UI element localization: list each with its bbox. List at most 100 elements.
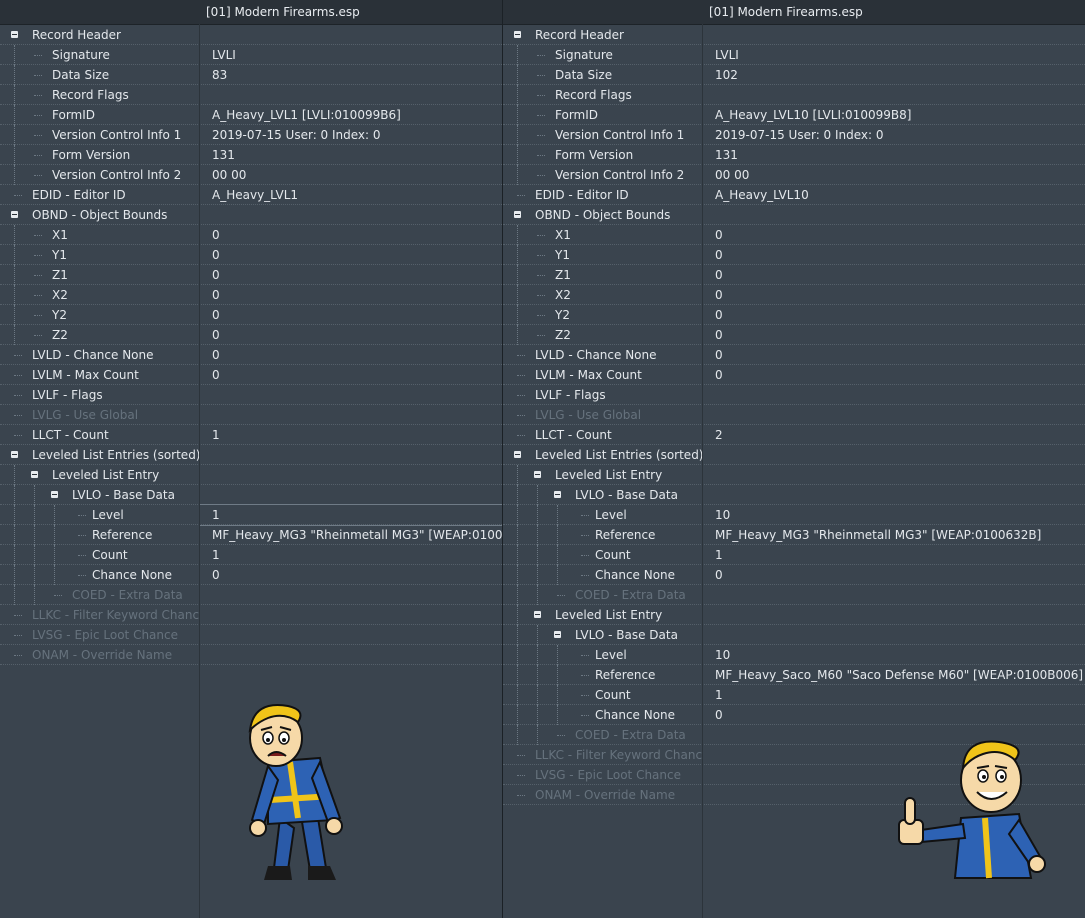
- tree-row-value[interactable]: 0: [715, 345, 723, 365]
- tree-row-value[interactable]: 00 00: [715, 165, 749, 185]
- tree-row-chance-none[interactable]: Chance None 0: [503, 705, 1085, 725]
- tree-row-count[interactable]: Count 1: [0, 545, 502, 565]
- tree-row-value[interactable]: 0: [715, 225, 723, 245]
- tree-row-reference[interactable]: Reference MF_Heavy_Saco_M60 "Saco Defense…: [503, 665, 1085, 685]
- tree-row-level[interactable]: Level 10: [503, 645, 1085, 665]
- tree-row-signature[interactable]: Signature LVLI: [503, 45, 1085, 65]
- tree-row-lvlf-flags[interactable]: LVLF - Flags: [503, 385, 1085, 405]
- tree-row-value[interactable]: 131: [212, 145, 235, 165]
- tree-row-llct-count[interactable]: LLCT - Count 2: [503, 425, 1085, 445]
- tree-row-data-size[interactable]: Data Size 83: [0, 65, 502, 85]
- tree-row-x2[interactable]: X2 0: [503, 285, 1085, 305]
- tree-row-y1[interactable]: Y1 0: [0, 245, 502, 265]
- tree-row-value[interactable]: 0: [212, 325, 220, 345]
- tree-row-value[interactable]: 0: [715, 325, 723, 345]
- tree-row-llkc-filter-keyword-chances[interactable]: LLKC - Filter Keyword Chances: [0, 605, 502, 625]
- tree-row-value[interactable]: 0: [715, 565, 723, 585]
- tree-row-edid-editor-id[interactable]: EDID - Editor ID A_Heavy_LVL1: [0, 185, 502, 205]
- tree-row-y2[interactable]: Y2 0: [503, 305, 1085, 325]
- tree-row-value[interactable]: 00 00: [212, 165, 246, 185]
- tree-row-value[interactable]: 2: [715, 425, 723, 445]
- tree-row-leveled-list-entry[interactable]: Leveled List Entry: [0, 465, 502, 485]
- tree-row-value[interactable]: LVLI: [212, 45, 236, 65]
- tree-row-x1[interactable]: X1 0: [0, 225, 502, 245]
- tree-row-version-control-info-1[interactable]: Version Control Info 1 2019-07-15 User: 0…: [0, 125, 502, 145]
- tree-row-lvlm-max-count[interactable]: LVLM - Max Count 0: [503, 365, 1085, 385]
- tree-row-value[interactable]: 0: [715, 245, 723, 265]
- tree-row-value[interactable]: 131: [715, 145, 738, 165]
- tree-row-record-flags[interactable]: Record Flags: [0, 85, 502, 105]
- tree-row-value[interactable]: 0: [212, 365, 220, 385]
- tree-row-level[interactable]: Level 1: [0, 504, 502, 526]
- tree-row-leveled-list-entry[interactable]: Leveled List Entry: [503, 605, 1085, 625]
- tree-row-value[interactable]: 2019-07-15 User: 0 Index: 0: [212, 125, 381, 145]
- collapse-toggle-icon[interactable]: [534, 611, 541, 618]
- tree-row-lvlm-max-count[interactable]: LVLM - Max Count 0: [0, 365, 502, 385]
- collapse-toggle-icon[interactable]: [11, 31, 18, 38]
- tree-row-y1[interactable]: Y1 0: [503, 245, 1085, 265]
- right-column-divider[interactable]: [702, 24, 703, 918]
- tree-row-level[interactable]: Level 10: [503, 505, 1085, 525]
- tree-row-value[interactable]: 0: [212, 345, 220, 365]
- tree-row-value[interactable]: 1: [212, 545, 220, 565]
- tree-row-record-flags[interactable]: Record Flags: [503, 85, 1085, 105]
- tree-row-value[interactable]: A_Heavy_LVL1 [LVLI:010099B6]: [212, 105, 401, 125]
- tree-row-z2[interactable]: Z2 0: [0, 325, 502, 345]
- tree-row-value[interactable]: 0: [212, 225, 220, 245]
- tree-row-form-version[interactable]: Form Version 131: [0, 145, 502, 165]
- tree-row-value[interactable]: LVLI: [715, 45, 739, 65]
- tree-row-form-version[interactable]: Form Version 131: [503, 145, 1085, 165]
- tree-row-value[interactable]: MF_Heavy_MG3 "Rheinmetall MG3" [WEAP:010…: [212, 525, 502, 545]
- tree-row-leveled-list-entry[interactable]: Leveled List Entry: [503, 465, 1085, 485]
- tree-row-value[interactable]: 0: [715, 285, 723, 305]
- tree-row-lvlg-use-global[interactable]: LVLG - Use Global: [503, 405, 1085, 425]
- tree-row-value[interactable]: 102: [715, 65, 738, 85]
- tree-row-llct-count[interactable]: LLCT - Count 1: [0, 425, 502, 445]
- left-pane-header[interactable]: [01] Modern Firearms.esp: [0, 0, 502, 25]
- tree-row-onam-override-name[interactable]: ONAM - Override Name: [0, 645, 502, 665]
- tree-row-x1[interactable]: X1 0: [503, 225, 1085, 245]
- tree-row-leveled-list-entries-sorted[interactable]: Leveled List Entries (sorted): [503, 445, 1085, 465]
- tree-row-lvlo-base-data[interactable]: LVLO - Base Data: [503, 485, 1085, 505]
- tree-row-value[interactable]: A_Heavy_LVL10: [715, 185, 809, 205]
- tree-row-lvld-chance-none[interactable]: LVLD - Chance None 0: [0, 345, 502, 365]
- tree-row-value[interactable]: MF_Heavy_Saco_M60 "Saco Defense M60" [WE…: [715, 665, 1083, 685]
- collapse-toggle-icon[interactable]: [514, 211, 521, 218]
- tree-row-reference[interactable]: Reference MF_Heavy_MG3 "Rheinmetall MG3" …: [0, 525, 502, 545]
- tree-row-lvld-chance-none[interactable]: LVLD - Chance None 0: [503, 345, 1085, 365]
- tree-row-lvlo-base-data[interactable]: LVLO - Base Data: [0, 485, 502, 505]
- tree-row-value[interactable]: 0: [212, 565, 220, 585]
- tree-row-record-header[interactable]: Record Header: [0, 25, 502, 45]
- tree-row-value[interactable]: 0: [715, 305, 723, 325]
- tree-row-chance-none[interactable]: Chance None 0: [0, 565, 502, 585]
- tree-row-z1[interactable]: Z1 0: [0, 265, 502, 285]
- tree-row-data-size[interactable]: Data Size 102: [503, 65, 1085, 85]
- tree-row-reference[interactable]: Reference MF_Heavy_MG3 "Rheinmetall MG3" …: [503, 525, 1085, 545]
- tree-row-value[interactable]: 0: [715, 705, 723, 725]
- collapse-toggle-icon[interactable]: [514, 451, 521, 458]
- tree-row-coed-extra-data[interactable]: COED - Extra Data: [0, 585, 502, 605]
- tree-row-value[interactable]: 0: [212, 245, 220, 265]
- tree-row-value[interactable]: 0: [715, 365, 723, 385]
- tree-row-lvlo-base-data[interactable]: LVLO - Base Data: [503, 625, 1085, 645]
- tree-row-value[interactable]: A_Heavy_LVL10 [LVLI:010099B8]: [715, 105, 911, 125]
- collapse-toggle-icon[interactable]: [554, 631, 561, 638]
- tree-row-leveled-list-entries-sorted[interactable]: Leveled List Entries (sorted): [0, 445, 502, 465]
- tree-row-lvlg-use-global[interactable]: LVLG - Use Global: [0, 405, 502, 425]
- collapse-toggle-icon[interactable]: [31, 471, 38, 478]
- tree-row-count[interactable]: Count 1: [503, 545, 1085, 565]
- tree-row-value[interactable]: 0: [212, 285, 220, 305]
- collapse-toggle-icon[interactable]: [11, 451, 18, 458]
- tree-row-version-control-info-2[interactable]: Version Control Info 2 00 00: [0, 165, 502, 185]
- tree-row-value[interactable]: 0: [212, 305, 220, 325]
- tree-row-lvsg-epic-loot-chance[interactable]: LVSG - Epic Loot Chance: [0, 625, 502, 645]
- collapse-toggle-icon[interactable]: [11, 211, 18, 218]
- tree-row-version-control-info-2[interactable]: Version Control Info 2 00 00: [503, 165, 1085, 185]
- tree-row-signature[interactable]: Signature LVLI: [0, 45, 502, 65]
- tree-row-value[interactable]: 10: [715, 645, 730, 665]
- tree-row-value[interactable]: 0: [212, 265, 220, 285]
- tree-row-obnd-object-bounds[interactable]: OBND - Object Bounds: [0, 205, 502, 225]
- right-pane-header[interactable]: [01] Modern Firearms.esp: [503, 0, 1085, 25]
- tree-row-value[interactable]: 1: [715, 685, 723, 705]
- tree-row-count[interactable]: Count 1: [503, 685, 1085, 705]
